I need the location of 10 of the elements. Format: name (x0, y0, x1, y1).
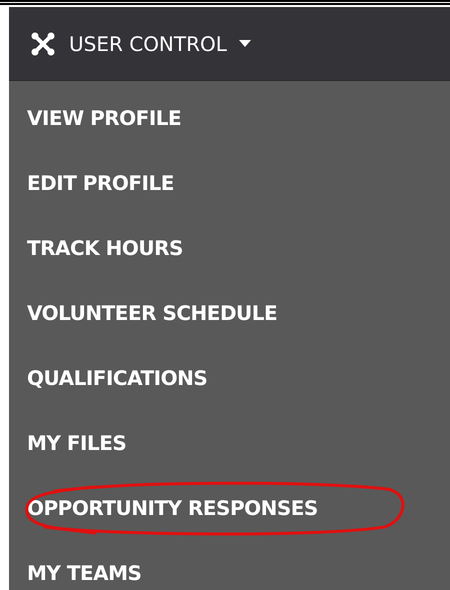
menu-item[interactable]: OPPORTUNITY RESPONSES (27, 496, 318, 520)
user-control-menu[interactable]: USER CONTROL (69, 32, 251, 56)
menu-item[interactable]: TRACK HOURS (27, 236, 183, 260)
menu-item[interactable]: VIEW PROFILE (27, 106, 182, 130)
menu-item[interactable]: MY TEAMS (27, 560, 142, 584)
menu-item[interactable]: QUALIFICATIONS (27, 366, 208, 390)
tools-icon (31, 32, 55, 56)
menu-item[interactable]: EDIT PROFILE (27, 170, 174, 194)
menu-item[interactable]: VOLUNTEER SCHEDULE (27, 300, 278, 324)
menu-item[interactable]: MY FILES (27, 430, 126, 454)
